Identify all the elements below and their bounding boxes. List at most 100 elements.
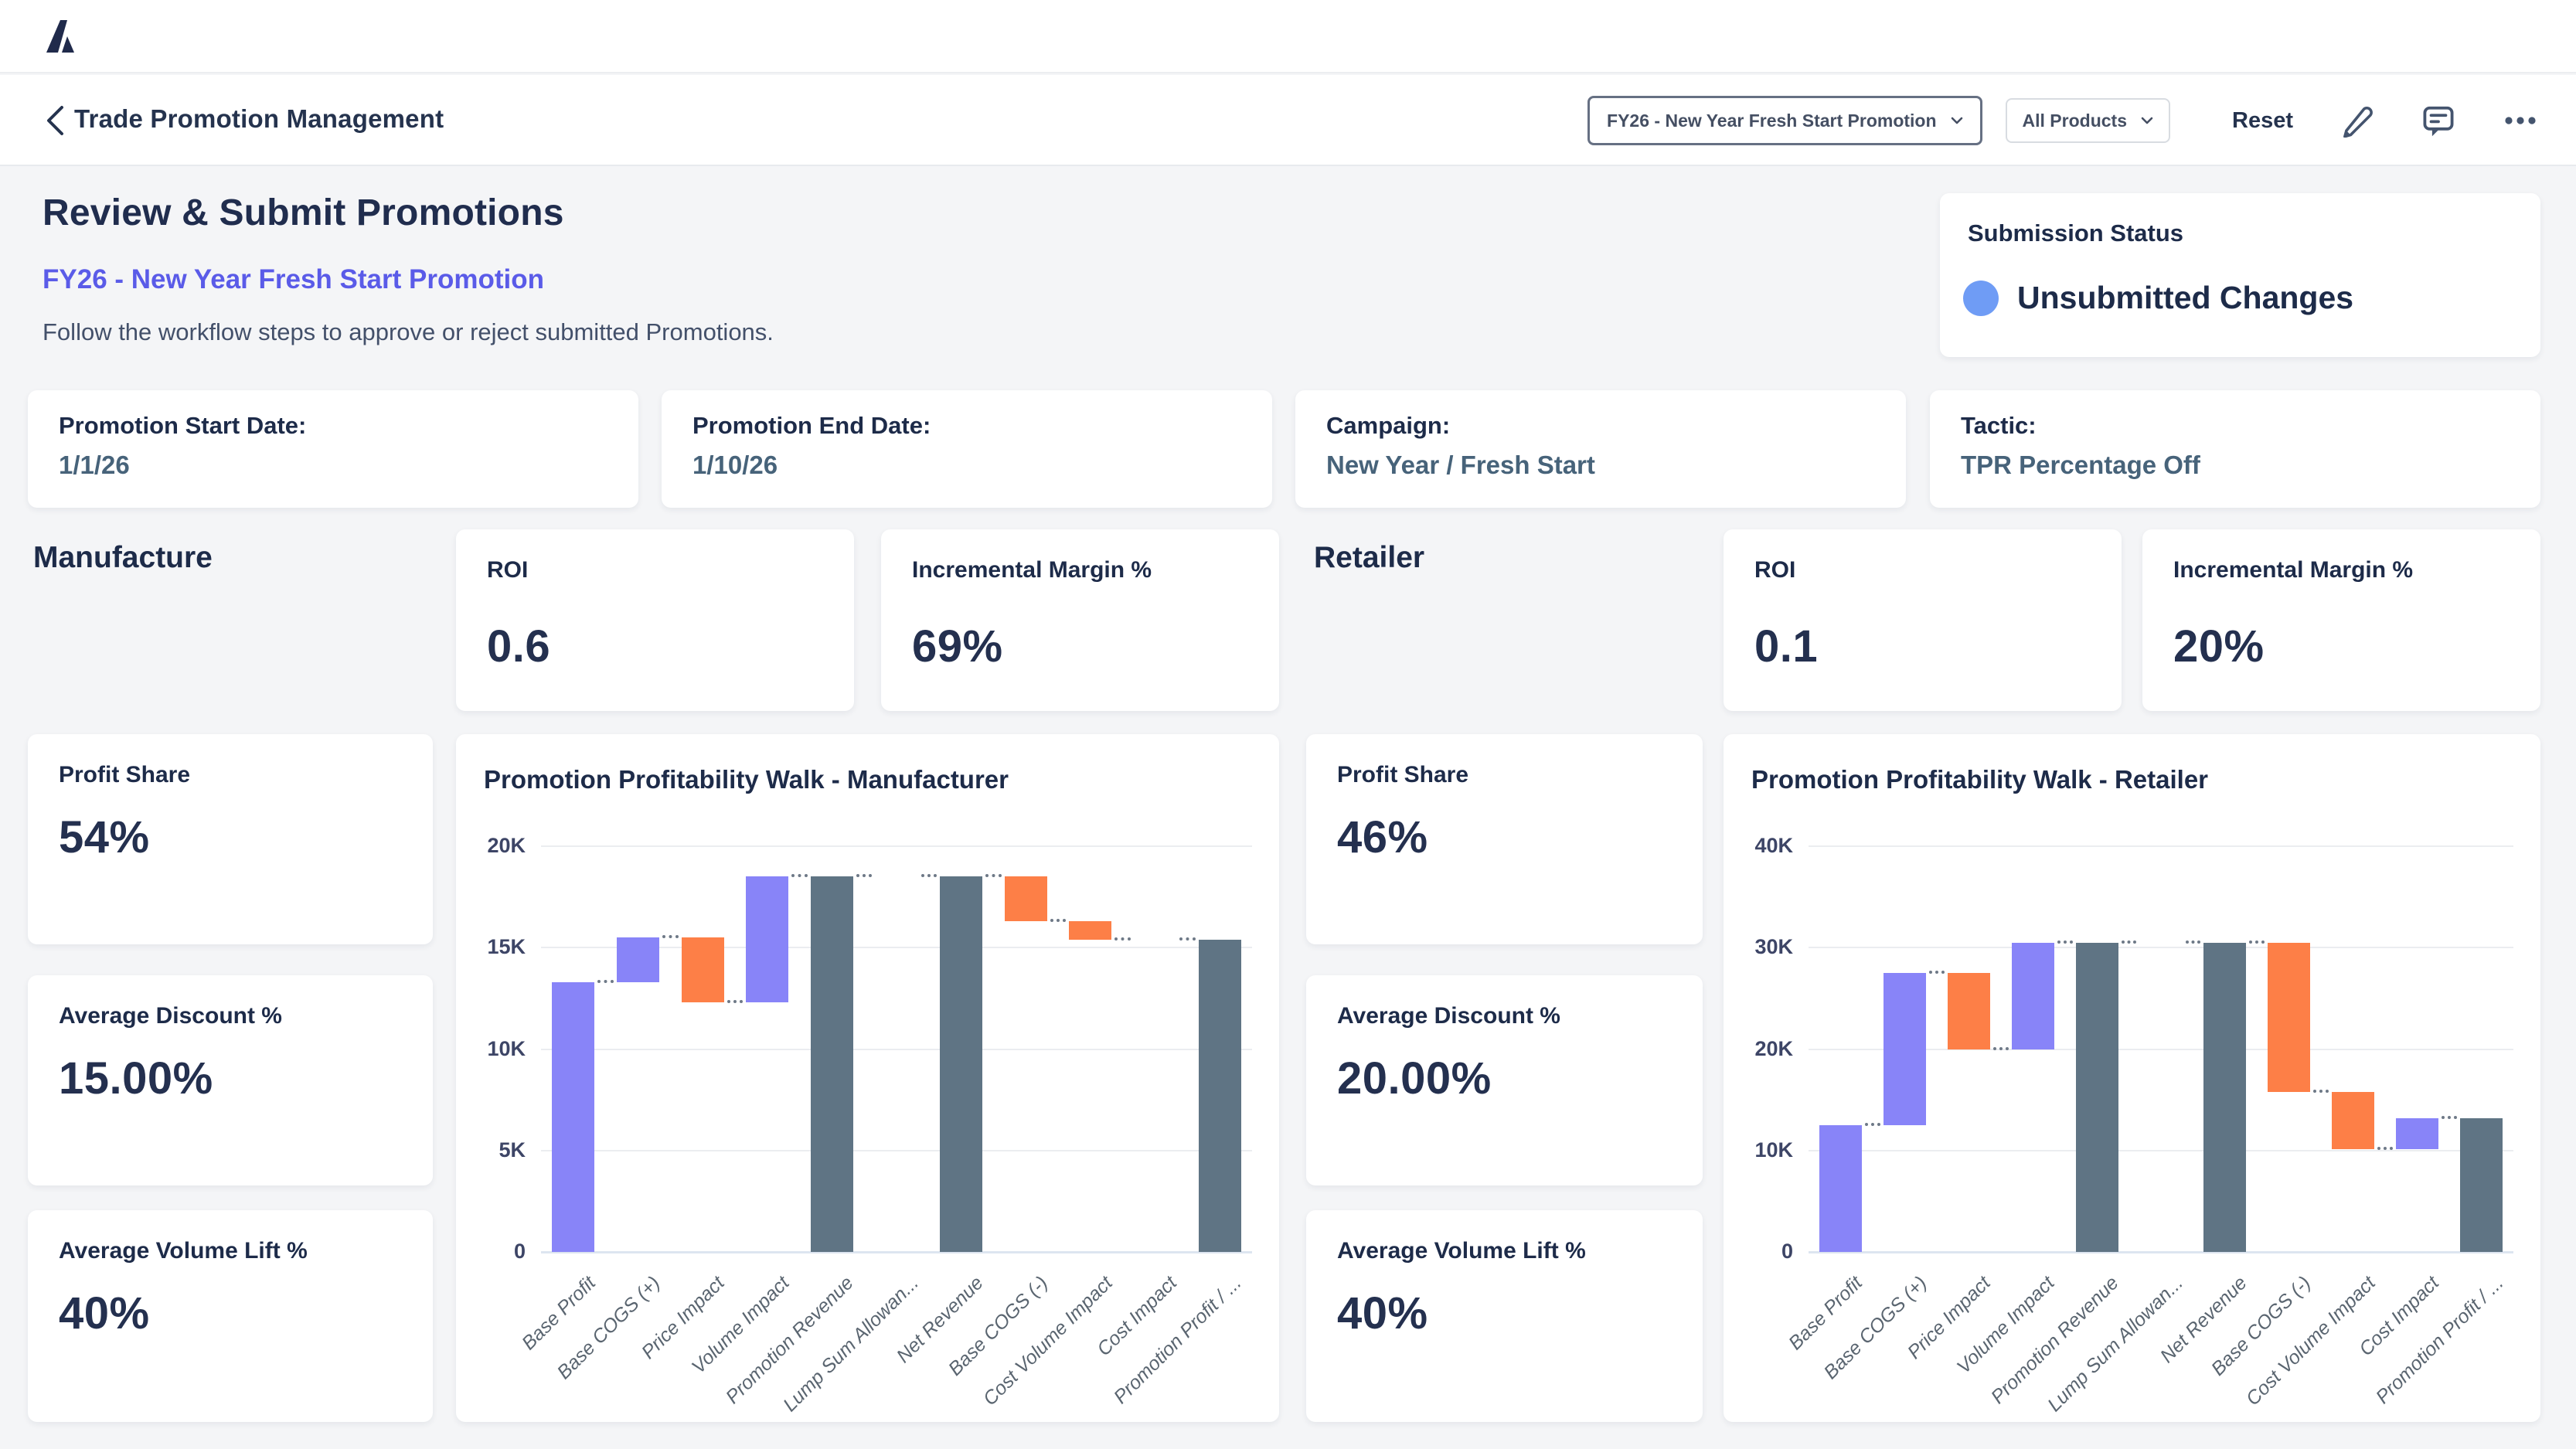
gridline — [541, 1150, 1252, 1151]
pencil-icon — [2339, 104, 2374, 138]
header-controls: FY26 - New Year Fresh Start Promotion Al… — [1587, 75, 2539, 166]
manufacturer-profitability-chart-card: Promotion Profitability Walk - Manufactu… — [456, 734, 1279, 1422]
waterfall-bar-base-cogs — [617, 937, 659, 982]
anaplan-logo-icon — [43, 17, 81, 56]
waterfall-connector — [1993, 1047, 2009, 1050]
manufacturer-average-discount-card: Average Discount % 15.00% — [28, 975, 433, 1185]
waterfall-bar-base-profit — [1819, 1125, 1862, 1252]
waterfall-bar-volume-impact — [2012, 943, 2054, 1049]
card-value: 20% — [2173, 621, 2265, 672]
card-label: Tactic: — [1961, 412, 2510, 440]
retailer-incremental-margin-card: Incremental Margin % 20% — [2142, 529, 2540, 711]
chevron-down-icon — [1951, 117, 1963, 124]
products-select[interactable]: All Products — [2006, 98, 2170, 143]
card-value: 0.6 — [487, 621, 550, 672]
y-axis-label: 20K — [1737, 1037, 1793, 1061]
waterfall-connector — [791, 874, 808, 877]
y-axis-label: 0 — [470, 1240, 526, 1264]
section-description: Follow the workflow steps to approve or … — [43, 318, 774, 346]
waterfall-connector — [1114, 937, 1131, 940]
y-axis-label: 40K — [1737, 834, 1793, 858]
waterfall-bar-promotion-revenue — [811, 876, 853, 1252]
waterfall-bar-cost-volume-impact — [1069, 921, 1111, 940]
card-label: Incremental Margin % — [2173, 557, 2510, 583]
waterfall-connector — [2057, 940, 2073, 944]
card-label: Incremental Margin % — [912, 557, 1248, 583]
waterfall-bar-cost-impact — [2396, 1118, 2438, 1150]
card-value: 0.1 — [1754, 621, 1818, 672]
x-axis-label: Promotion Profit / ... — [2371, 1272, 2508, 1409]
card-value: 20.00% — [1337, 1053, 1492, 1104]
page-title: Trade Promotion Management — [74, 104, 444, 134]
card-value: 1/1/26 — [59, 451, 607, 480]
gridline — [1809, 1251, 2513, 1253]
y-axis-label: 10K — [1737, 1138, 1793, 1162]
promotion-select[interactable]: FY26 - New Year Fresh Start Promotion — [1587, 96, 1982, 145]
waterfall-connector — [1050, 919, 1067, 922]
y-axis-label: 30K — [1737, 935, 1793, 959]
gridline — [541, 1049, 1252, 1050]
manufacturer-section-label: Manufacture — [33, 541, 213, 575]
retailer-profit-share-card: Profit Share 46% — [1306, 734, 1703, 944]
card-label: ROI — [1754, 557, 2091, 583]
reset-button[interactable]: Reset — [2232, 108, 2293, 134]
waterfall-connector — [985, 874, 1002, 877]
back-button[interactable] — [37, 103, 73, 138]
waterfall-connector — [662, 935, 679, 938]
y-axis-label: 5K — [470, 1138, 526, 1162]
waterfall-bar-base-cogs — [2268, 943, 2310, 1092]
top-app-bar — [0, 0, 2576, 73]
comments-button[interactable] — [2420, 102, 2457, 139]
waterfall-connector — [2186, 940, 2201, 944]
comment-icon — [2421, 103, 2456, 138]
card-label: Promotion End Date: — [692, 412, 1241, 440]
manufacturer-roi-card: ROI 0.6 — [456, 529, 854, 711]
card-label: Average Discount % — [59, 1003, 402, 1029]
chevron-left-icon — [45, 104, 65, 137]
manufacturer-waterfall-plot: 05K10K15K20KBase ProfitBase COGS (+)Pric… — [456, 734, 1279, 1422]
card-value: 40% — [59, 1287, 150, 1339]
trade-promotion-dashboard: Trade Promotion Management FY26 - New Ye… — [0, 0, 2576, 1449]
waterfall-connector — [921, 874, 938, 877]
waterfall-bar-net-revenue — [940, 876, 982, 1252]
products-select-value: All Products — [2023, 111, 2127, 131]
card-value: 1/10/26 — [692, 451, 1241, 480]
promotion-end-date-card: Promotion End Date: 1/10/26 — [662, 390, 1272, 508]
y-axis-label: 10K — [470, 1037, 526, 1061]
gridline — [1809, 947, 2513, 948]
card-label: Profit Share — [1337, 762, 1672, 788]
card-value: 15.00% — [59, 1053, 213, 1104]
manufacturer-average-volume-lift-card: Average Volume Lift % 40% — [28, 1210, 433, 1422]
card-label: Campaign: — [1326, 412, 1875, 440]
promotion-select-value: FY26 - New Year Fresh Start Promotion — [1607, 111, 1936, 131]
more-options-button[interactable] — [2502, 102, 2539, 139]
status-dot-icon — [1963, 281, 1999, 316]
card-label: Profit Share — [59, 762, 402, 788]
edit-button[interactable] — [2338, 102, 2375, 139]
page-header-bar: Trade Promotion Management FY26 - New Ye… — [0, 75, 2576, 166]
retailer-roi-card: ROI 0.1 — [1724, 529, 2122, 711]
gridline — [1809, 1150, 2513, 1151]
section-title: Review & Submit Promotions — [43, 192, 564, 234]
card-value: 40% — [1337, 1287, 1428, 1339]
gridline — [541, 845, 1252, 847]
retailer-average-volume-lift-card: Average Volume Lift % 40% — [1306, 1210, 1703, 1422]
waterfall-bar-base-profit — [552, 982, 594, 1252]
waterfall-connector — [2442, 1116, 2457, 1119]
waterfall-connector — [2249, 940, 2265, 944]
waterfall-connector — [727, 1000, 744, 1003]
retailer-profitability-chart-card: Promotion Profitability Walk - Retailer … — [1724, 734, 2540, 1422]
waterfall-bar-price-impact — [1948, 973, 1990, 1049]
gridline — [1809, 845, 2513, 847]
card-label: Average Volume Lift % — [1337, 1238, 1672, 1264]
card-value: New Year / Fresh Start — [1326, 451, 1875, 480]
waterfall-connector — [1929, 971, 1945, 974]
retailer-average-discount-card: Average Discount % 20.00% — [1306, 975, 1703, 1185]
waterfall-connector — [856, 874, 873, 877]
waterfall-connector — [2377, 1147, 2393, 1150]
waterfall-bar-volume-impact — [746, 876, 788, 1002]
submission-status-label: Submission Status — [1968, 219, 2513, 247]
card-label: Promotion Start Date: — [59, 412, 607, 440]
retailer-section-label: Retailer — [1314, 541, 1424, 575]
promotion-start-date-card: Promotion Start Date: 1/1/26 — [28, 390, 638, 508]
